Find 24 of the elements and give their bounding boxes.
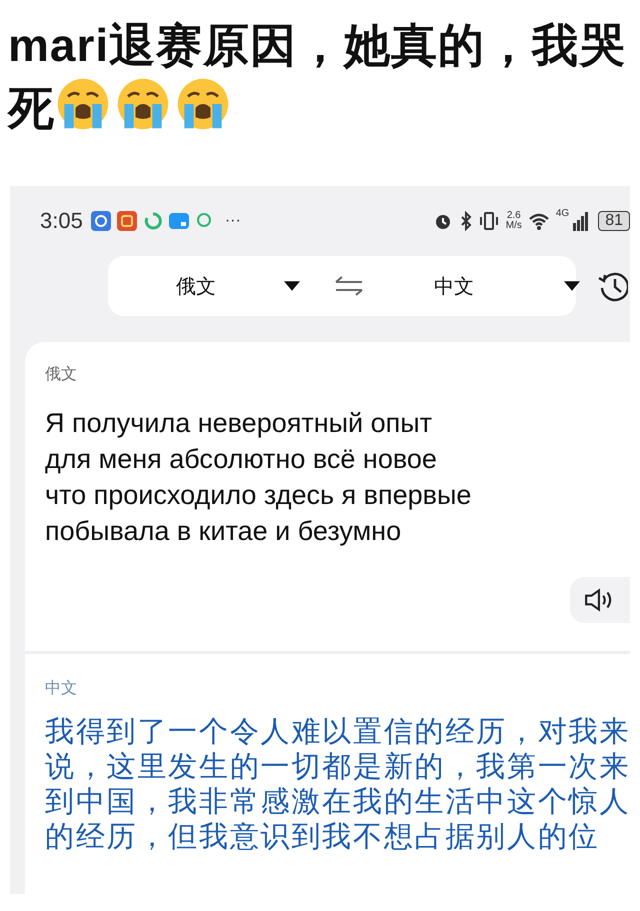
source-language-selector[interactable]: 俄文 [176,272,216,300]
battery-level: 81 [598,211,630,231]
wifi-icon [528,211,550,231]
dropdown-caret-icon[interactable] [564,281,580,291]
crying-face-icon [55,76,111,132]
target-language-label: 中文 [45,678,78,699]
source-language-label: 俄文 [45,364,78,385]
crying-face-icon [175,76,231,132]
vibrate-icon [478,211,500,231]
source-text: Я получила невероятный опыт для меня абсолютно всё новое что происходило здесь я впервые побывала в китае и безумно [45,407,472,548]
bluetooth-icon [460,211,472,231]
more-notifications: ··· [224,212,241,230]
message-app-icon [168,211,189,231]
swap-languages-icon[interactable] [334,276,364,296]
network-type: 4G [556,208,570,219]
history-icon[interactable] [598,270,628,302]
status-time: 3:05 [40,208,83,234]
network-speed: 2.6 M/s [506,211,522,231]
target-language-selector[interactable]: 中文 [434,272,474,300]
crying-face-icon [115,76,171,132]
speaker-button[interactable] [570,577,630,623]
dropdown-caret-icon[interactable] [284,281,300,291]
translated-text: 我得到了一个令人难以置信的经历，对我来说，这里发生的一切都是新的，我第一次来到中国，我非常感激在我的生活中这个惊人的经历，但我意识到我不想占据别人的位 [45,715,630,855]
post-title: mari退赛原因，她真的，我哭死 [6,18,628,136]
